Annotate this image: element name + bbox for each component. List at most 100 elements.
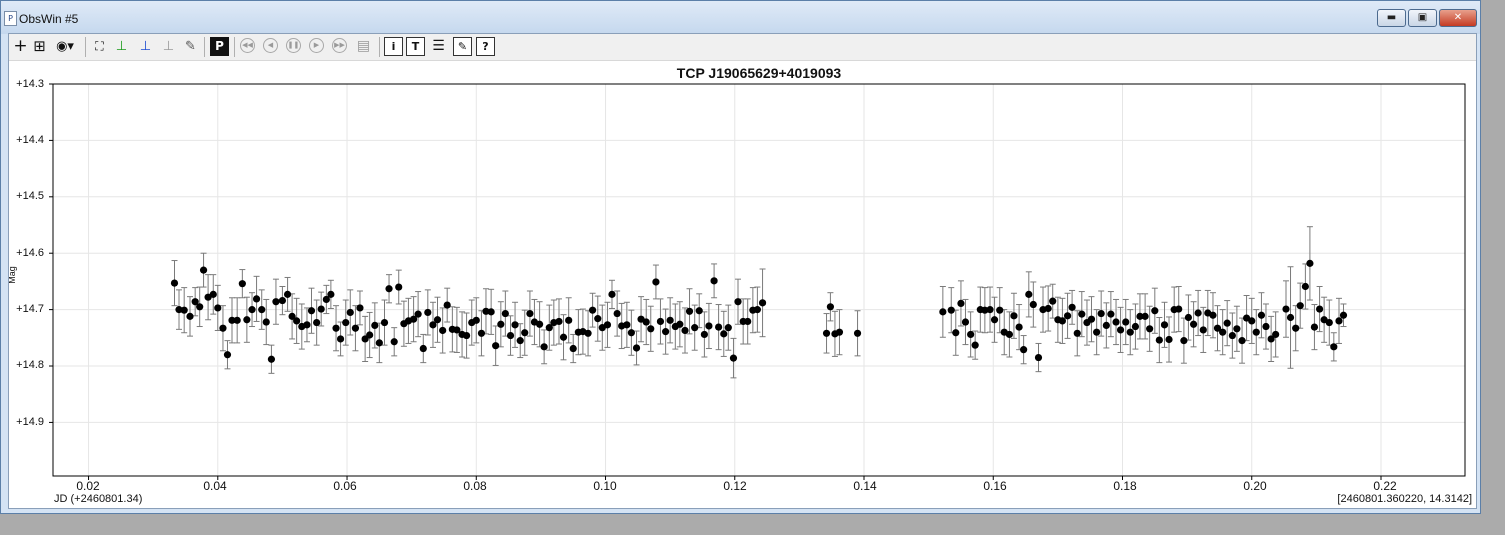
data-point — [676, 320, 684, 328]
data-point — [1223, 319, 1231, 327]
data-point — [569, 344, 577, 353]
app-icon: P — [4, 11, 17, 26]
x-tick-label: 0.20 — [1243, 479, 1267, 493]
x-tick-label: 0.04 — [203, 479, 227, 493]
data-point — [1151, 307, 1159, 315]
data-point — [608, 290, 616, 298]
data-point — [516, 337, 524, 345]
data-point — [559, 333, 568, 341]
data-point — [380, 318, 389, 327]
data-point — [199, 266, 208, 274]
close-button[interactable]: ✕ — [1439, 9, 1477, 27]
y-tick-label: +14.4 — [16, 134, 44, 146]
minimize-button[interactable]: ▬ — [1377, 9, 1406, 27]
data-point — [267, 355, 276, 363]
data-point — [691, 324, 699, 332]
data-point — [180, 306, 188, 314]
data-point — [662, 328, 670, 336]
data-point — [720, 330, 728, 338]
data-point — [1073, 329, 1081, 337]
data-point — [1296, 302, 1304, 310]
data-point — [1339, 311, 1348, 319]
data-point — [1233, 325, 1241, 333]
data-point — [652, 278, 660, 286]
data-point — [971, 341, 979, 349]
data-point — [681, 326, 689, 335]
obswin-window: P ObsWin #5 ▬ ▣ ✕ + ⊞ ◉▾ ⛶ ⊥ ⊥ ⊥ ✎ P ◀◀ … — [0, 0, 1481, 514]
data-point — [327, 290, 335, 298]
title-bar[interactable]: P ObsWin #5 ▬ ▣ ✕ — [1, 1, 1480, 34]
data-point — [705, 322, 713, 330]
data-point — [584, 329, 592, 337]
data-point — [492, 342, 500, 350]
data-point — [170, 279, 179, 287]
data-point — [1165, 335, 1173, 344]
data-point — [1020, 346, 1028, 354]
data-point — [1335, 317, 1343, 325]
data-point — [462, 331, 471, 340]
data-point — [1126, 328, 1134, 336]
data-point — [1199, 326, 1207, 334]
data-point — [1330, 343, 1338, 351]
data-point — [487, 308, 495, 316]
data-point — [1146, 325, 1154, 333]
data-point — [1194, 309, 1202, 317]
data-point — [603, 321, 612, 329]
x-tick-label: 0.08 — [463, 479, 487, 493]
data-point — [1184, 313, 1193, 322]
data-point — [1058, 317, 1067, 325]
data-point — [252, 295, 261, 303]
data-point — [233, 316, 241, 324]
data-point — [356, 304, 364, 312]
data-point — [1160, 321, 1169, 329]
data-point — [214, 304, 222, 312]
data-point — [332, 324, 340, 332]
data-point — [947, 306, 955, 314]
data-point — [1252, 328, 1260, 336]
data-point — [1005, 330, 1014, 339]
data-point — [385, 285, 393, 293]
close-icon: ✕ — [1453, 12, 1463, 23]
data-point — [238, 280, 246, 288]
data-point — [1175, 305, 1183, 313]
data-point — [1087, 315, 1096, 323]
data-point — [1282, 305, 1290, 313]
x-tick-label: 0.06 — [333, 479, 357, 493]
data-point — [196, 303, 204, 311]
minimize-icon: ▬ — [1386, 12, 1397, 23]
data-point — [278, 296, 287, 305]
data-point — [1189, 320, 1198, 328]
data-point — [729, 354, 738, 362]
data-point — [1310, 323, 1319, 331]
data-point — [303, 321, 311, 329]
data-point — [1141, 312, 1149, 320]
data-point — [1286, 313, 1295, 322]
maximize-button[interactable]: ▣ — [1408, 9, 1437, 27]
y-tick-label: +14.8 — [16, 359, 44, 371]
data-point — [1228, 331, 1236, 340]
data-point — [307, 307, 316, 315]
data-point — [351, 324, 360, 332]
data-point — [371, 321, 379, 330]
data-point — [1015, 323, 1023, 331]
data-point — [390, 338, 398, 346]
data-point — [853, 329, 862, 337]
data-point — [506, 331, 515, 340]
data-point — [758, 299, 767, 307]
data-point — [990, 316, 999, 324]
data-point — [695, 307, 703, 315]
x-tick-label: 0.14 — [853, 479, 877, 493]
data-point — [1248, 317, 1256, 325]
plot-canvas[interactable] — [9, 34, 1476, 508]
data-point — [1219, 328, 1227, 336]
data-point — [1010, 312, 1018, 320]
data-point — [209, 290, 217, 298]
data-point — [588, 306, 597, 314]
data-point — [346, 308, 354, 317]
data-point — [642, 318, 650, 326]
data-point — [627, 329, 635, 337]
data-point — [1097, 309, 1105, 318]
data-point — [835, 328, 844, 336]
data-point — [342, 318, 350, 327]
data-point — [1049, 297, 1057, 305]
